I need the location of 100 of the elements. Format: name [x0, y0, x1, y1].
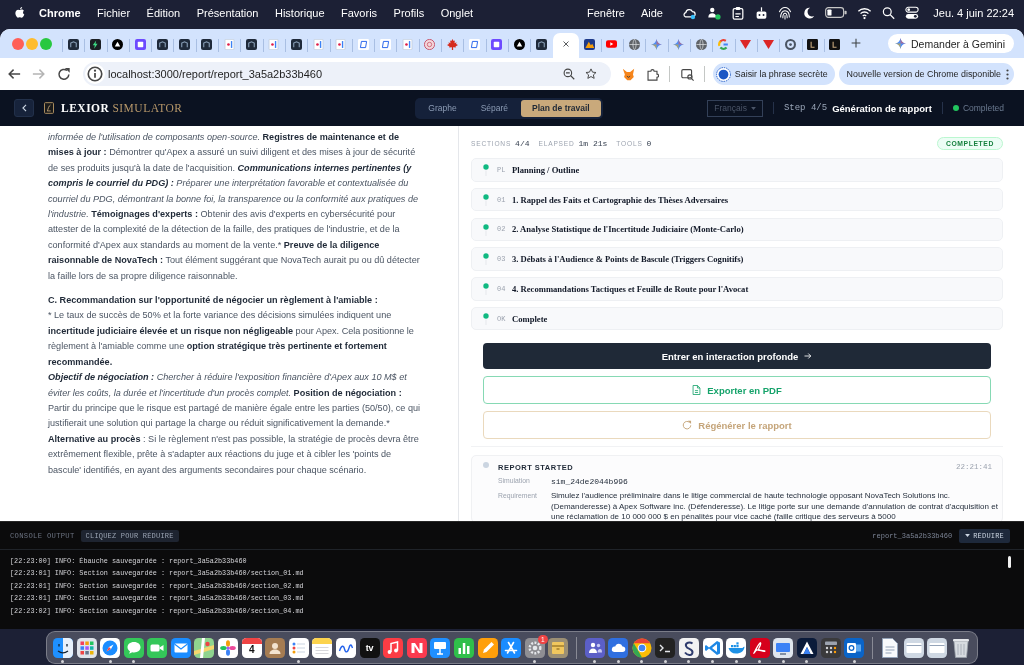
section-title: 3. Débats à l'Audience & Points de Bascule (Triggers Cognitifs)	[512, 254, 744, 265]
menu-item[interactable]: Aide	[640, 6, 663, 19]
moon-icon[interactable]	[802, 5, 816, 20]
menu-clock[interactable]: Jeu. 4 juin 22:24	[933, 6, 1014, 19]
back-arrow-icon[interactable]	[7, 67, 21, 81]
menu-app-name[interactable]: Chrome	[39, 6, 81, 19]
kebab-menu-icon[interactable]	[1006, 68, 1009, 80]
sparkle-icon	[651, 38, 663, 50]
bar-chart-icon[interactable]	[454, 637, 474, 658]
address-bar[interactable]: localhost:3000/report/report_3a5a2b33b460	[83, 62, 611, 86]
star-icon[interactable]	[584, 68, 597, 80]
squiggle-board-icon[interactable]	[336, 637, 357, 658]
ask-gemini-button[interactable]: Demander à Gemini	[888, 34, 1014, 53]
checklist-icon[interactable]	[288, 637, 309, 658]
step-counter: Step 4/5	[783, 103, 828, 113]
flower-icon[interactable]	[218, 637, 239, 658]
address-book-icon[interactable]	[265, 637, 286, 658]
update-button[interactable]: Nouvelle version de Chrome disponible	[838, 63, 1014, 85]
robot-icon[interactable]	[755, 5, 769, 20]
pdf-icon[interactable]	[749, 637, 770, 658]
fingerprint-icon[interactable]	[778, 5, 793, 20]
brand-name: LEXIOR	[61, 102, 110, 114]
globe-icon	[628, 38, 640, 50]
envelope-icon[interactable]	[170, 637, 191, 658]
archive-box-icon[interactable]	[548, 637, 569, 658]
event-dot-icon	[483, 462, 489, 469]
people-icon[interactable]	[707, 5, 722, 20]
terminal-icon[interactable]	[655, 637, 676, 658]
app-tile-icon	[201, 38, 213, 50]
play-icon	[606, 40, 618, 48]
store-icon[interactable]	[501, 637, 522, 658]
document-icon[interactable]	[882, 637, 899, 658]
cloud-app-icon[interactable]	[608, 637, 629, 658]
field-value: Simulez l'audience préliminaire dans le litige commercial de haute technologie opposant NovaTech Solutions inc. (Demanderesse) à Apex Software inc. (Défenderesse). Le litige porte sur une demande d'annulation de contrat d'acquisition et une réclamation de 10 000 000 $ en pénalités pour vice caché (faille critique des serveurs à 5000	[551, 491, 998, 521]
app-tile-icon	[179, 38, 191, 50]
browser-wheel-icon[interactable]	[631, 637, 652, 658]
status-label: Completed	[962, 103, 1004, 113]
speech-bubble-icon[interactable]	[123, 637, 144, 658]
calculator-icon[interactable]	[820, 637, 841, 658]
video-camera-icon[interactable]	[147, 637, 168, 658]
battery-icon[interactable]	[825, 7, 848, 18]
pen-icon[interactable]	[477, 637, 498, 658]
gear-icon[interactable]	[524, 637, 545, 658]
view-tab[interactable]: Séparé	[469, 99, 520, 117]
info-icon[interactable]	[85, 64, 105, 84]
app-tile-icon	[290, 38, 302, 50]
team-chat-icon[interactable]	[584, 637, 605, 658]
app-tile-icon	[246, 38, 257, 50]
code-editor-icon[interactable]	[702, 637, 723, 658]
menu-item[interactable]: Favoris	[341, 6, 378, 19]
calendar-icon[interactable]: 4	[241, 637, 262, 658]
trash-icon[interactable]	[953, 637, 970, 658]
view-tab[interactable]: Plan de travail	[521, 99, 601, 117]
news-icon[interactable]	[406, 637, 427, 658]
menu-item[interactable]: Édition	[146, 6, 181, 19]
toggles-icon[interactable]	[905, 5, 920, 20]
smiling-face-icon[interactable]	[52, 637, 73, 658]
peak-icon[interactable]	[796, 637, 817, 658]
view-tab[interactable]: Graphe	[417, 99, 468, 117]
podium-icon[interactable]	[430, 637, 451, 658]
report-paragraph: informée de l'utilisation de composants open-source. Registres de maintenance et de mises à jour : Démontrer qu'Apex a assuré un suivi diligent et des mises à jour de sécurité de ses produits jusqu'à la date de l'acquisition. Communications internes pertinentes (y compris le courriel du PDG) : Préparer une interprétation favorable et contextualisée du courriel du PDG, démontrant la bonne foi, la transparence ou la conformité aux pratiques de l'industrie. Témoignages d'experts : Obtenir des avis d'experts en cybersécurité pour attester de la complexité de la détection de la faille, des pratiques de l'industrie, et de la conformité d'Apex aux standards au moment de la vente.* Preuve de la diligence raisonnable de NovaTech : Tout élément suggérant que NovaTech aurait pu ou dû détecter la faille lors de sa propre diligence raisonnable.	[48, 131, 421, 283]
document-icon	[692, 385, 702, 396]
compass-icon[interactable]	[100, 637, 121, 658]
music-note-icon[interactable]	[383, 637, 404, 658]
wifi-icon[interactable]	[857, 5, 873, 20]
reload-icon[interactable]	[57, 67, 71, 81]
close-icon[interactable]	[561, 40, 570, 48]
menu-item[interactable]: Onglet	[440, 6, 474, 19]
magnifier-icon[interactable]	[562, 68, 575, 80]
down-triangle-icon	[762, 39, 774, 49]
apple-icon[interactable]	[14, 5, 26, 20]
menu-item[interactable]: Présentation	[196, 6, 259, 19]
tv-app-icon[interactable]: tv	[359, 637, 380, 658]
puzzle-icon[interactable]	[645, 67, 659, 81]
map-icon[interactable]	[194, 637, 215, 658]
logo-icon	[44, 102, 54, 114]
menu-item[interactable]: Historique	[275, 6, 325, 19]
interaction-button[interactable]: Entrer en interaction profonde	[483, 343, 991, 370]
app-grid-icon[interactable]	[76, 637, 97, 658]
angle-tile-icon	[807, 38, 819, 50]
notepad-icon[interactable]	[312, 637, 333, 658]
scrollbar-thumb[interactable]	[1008, 556, 1011, 568]
fox-icon[interactable]	[621, 67, 635, 81]
clipboard-icon[interactable]	[731, 5, 746, 20]
whale-icon[interactable]	[726, 637, 747, 658]
passphrase-button[interactable]: Saisir la phrase secrète	[712, 63, 835, 85]
search-icon[interactable]	[882, 5, 896, 20]
window-thumbnail-icon[interactable]	[903, 637, 924, 658]
chevron-left-icon	[21, 104, 27, 112]
plus-icon[interactable]	[851, 38, 862, 48]
menu-item[interactable]: Fichier	[97, 6, 131, 19]
menu-item[interactable]: Fenêtre	[587, 6, 625, 19]
section-title: 2. Analyse Statistique de l'Incertitude Judiciaire (Monte-Carlo)	[512, 224, 744, 235]
screen-icon[interactable]	[773, 637, 794, 658]
back-button[interactable]	[14, 99, 34, 117]
window-search-icon[interactable]	[680, 67, 694, 81]
menu-item[interactable]: Profils	[393, 6, 425, 19]
mail-app-icon[interactable]	[844, 637, 865, 658]
window-thumbnail-icon[interactable]	[927, 637, 948, 658]
swirl-icon[interactable]	[678, 637, 699, 658]
